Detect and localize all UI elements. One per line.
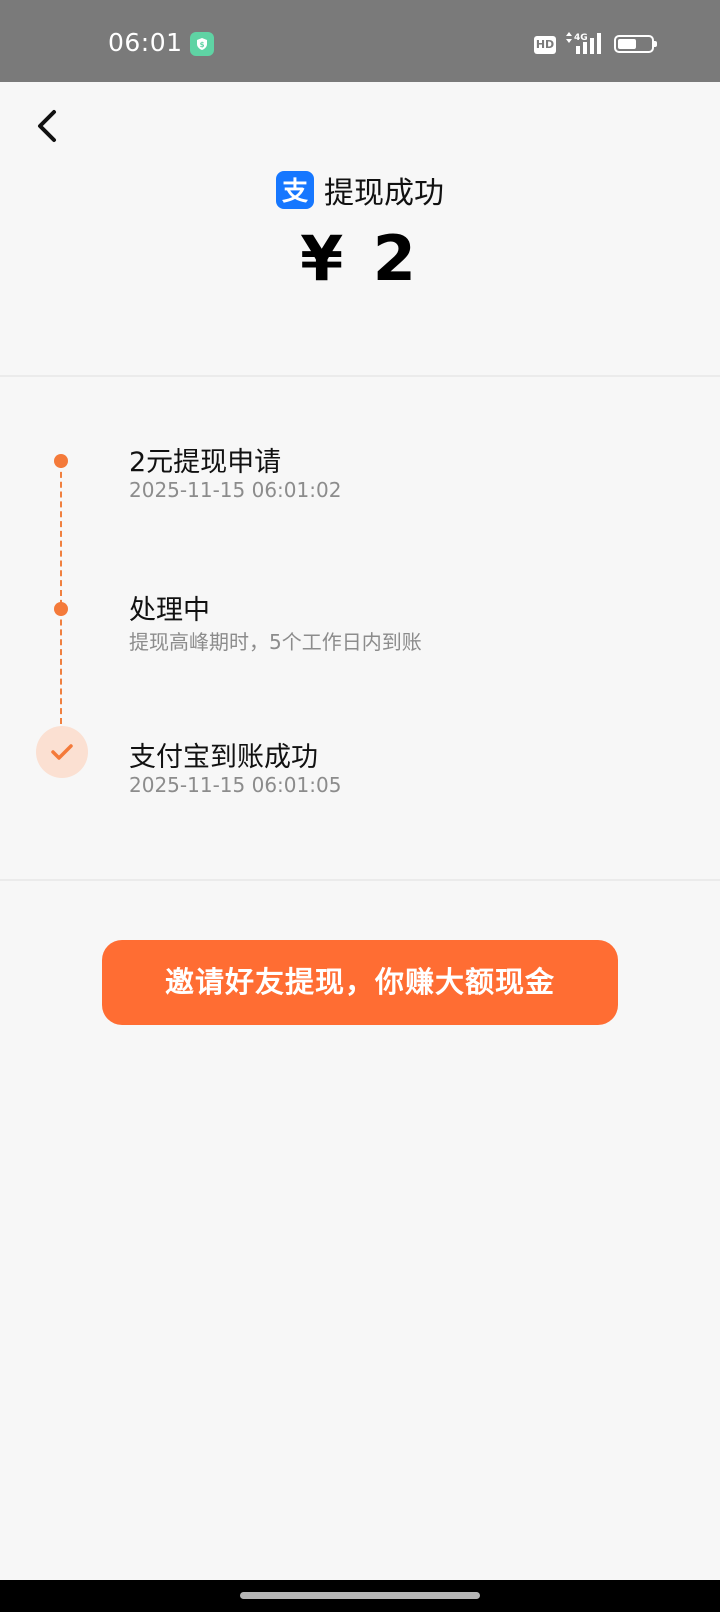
- alipay-glyph: 支: [282, 177, 308, 207]
- navigation-bar: [0, 1580, 720, 1612]
- back-button[interactable]: [30, 104, 66, 148]
- step-3-time: 2025-11-15 06:01:05: [129, 773, 342, 797]
- svg-text:$: $: [200, 41, 205, 49]
- divider-bottom: [0, 879, 720, 881]
- signal-icon: 4G: [566, 32, 601, 54]
- battery-fill: [618, 39, 636, 49]
- chevron-left-icon: [38, 110, 56, 142]
- check-icon: [36, 726, 88, 778]
- invite-friends-button[interactable]: 邀请好友提现，你赚大额现金: [102, 940, 618, 1025]
- alipay-icon: 支: [276, 171, 314, 209]
- timeline-dot-1: [54, 454, 68, 468]
- home-gesture-handle[interactable]: [240, 1592, 480, 1599]
- step-2-note: 提现高峰期时，5个工作日内到账: [129, 630, 422, 654]
- step-1-time: 2025-11-15 06:01:02: [129, 478, 342, 502]
- withdraw-amount: ¥ 2: [300, 222, 420, 295]
- step-2-title: 处理中: [129, 595, 210, 626]
- network-type-label: 4G: [574, 33, 588, 43]
- hd-badge: HD: [534, 36, 556, 54]
- page-title: 提现成功: [324, 176, 444, 211]
- step-1-title: 2元提现申请: [129, 447, 282, 478]
- status-time: 06:01: [108, 28, 183, 57]
- divider-top: [0, 375, 720, 377]
- result-header: 支 提现成功: [0, 168, 720, 212]
- step-3-title: 支付宝到账成功: [129, 742, 318, 773]
- timeline-dot-2: [54, 602, 68, 616]
- timeline-connector: [60, 462, 62, 724]
- shield-dollar-icon: $: [190, 32, 214, 56]
- status-bar: 06:01 $ HD 4G: [0, 0, 720, 82]
- battery-icon: [614, 35, 657, 53]
